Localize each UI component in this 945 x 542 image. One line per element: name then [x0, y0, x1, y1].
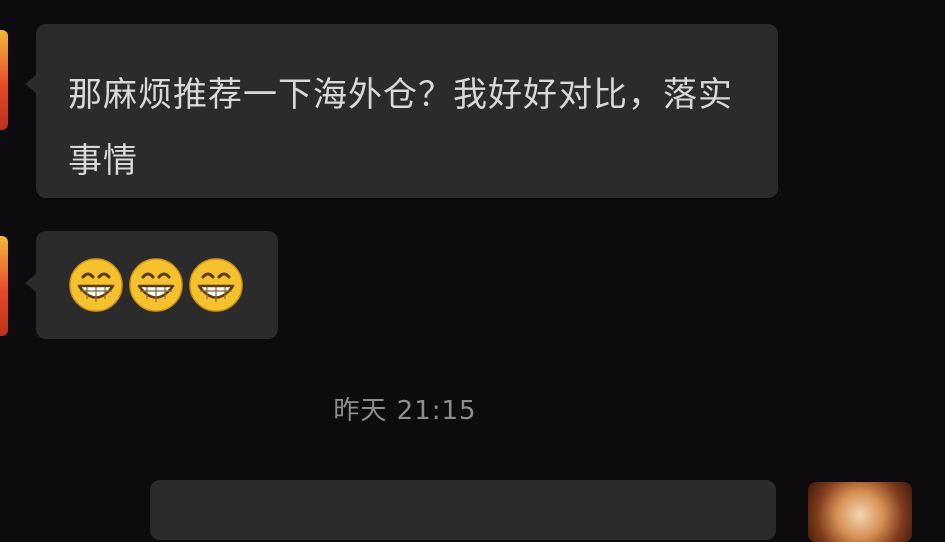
- emoji-row: [68, 257, 244, 317]
- message-bubble[interactable]: [25, 231, 278, 339]
- self-avatar[interactable]: [808, 482, 912, 542]
- grinning-face-icon: [188, 257, 244, 317]
- message-text: 那麻烦推荐一下海外仓？我好好对比，落实事情: [68, 75, 733, 181]
- outgoing-message-bubble[interactable]: [150, 480, 776, 540]
- message-bubble[interactable]: 那麻烦推荐一下海外仓？我好好对比，落实事情: [25, 24, 778, 198]
- contact-avatar[interactable]: [0, 30, 8, 130]
- message-timestamp: 昨天 21:15: [333, 396, 477, 426]
- grinning-face-icon: [128, 257, 184, 317]
- contact-avatar[interactable]: [0, 236, 8, 336]
- grinning-face-icon: [68, 257, 124, 317]
